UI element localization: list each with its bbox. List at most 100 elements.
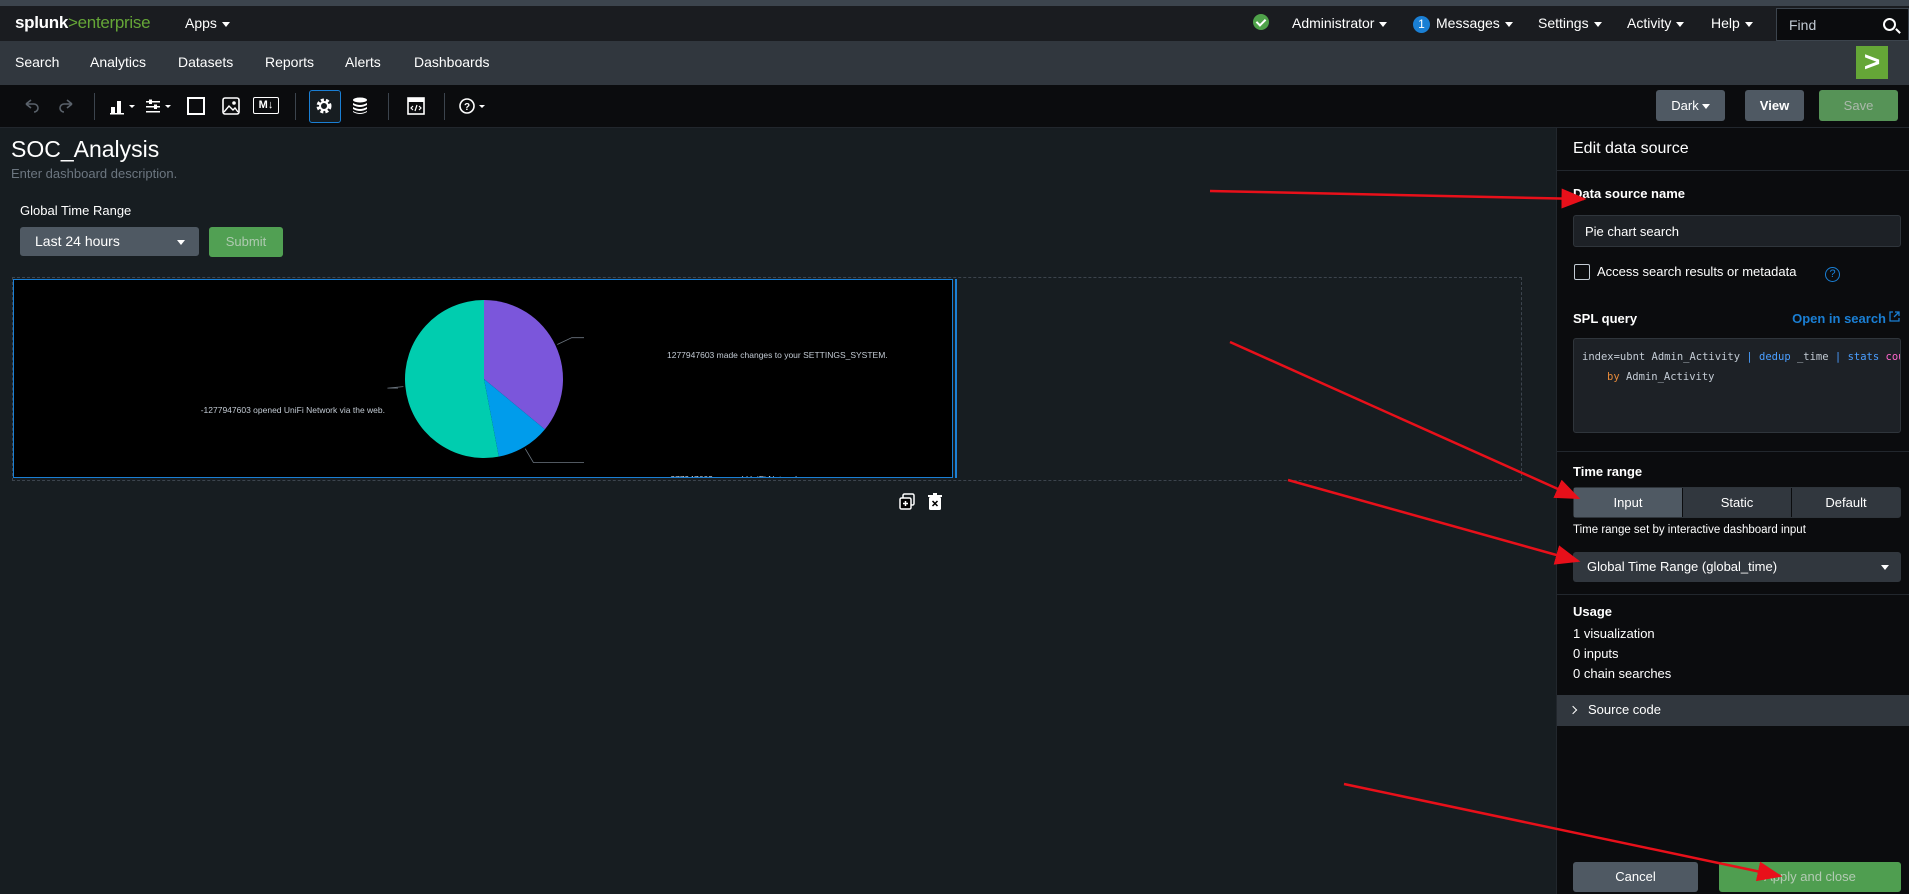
toolbar-divider <box>295 93 296 120</box>
usage-inputs: 0 inputs <box>1573 646 1619 661</box>
messages-label: Messages <box>1436 15 1500 31</box>
caret-down-icon <box>1744 21 1753 27</box>
time-range-select-value: Global Time Range (global_time) <box>1587 559 1778 574</box>
submit-button[interactable]: Submit <box>209 227 283 257</box>
save-button[interactable]: Save <box>1819 90 1898 121</box>
caret-down-icon <box>1379 21 1388 27</box>
help-label: Help <box>1711 15 1740 31</box>
spl-token: index=ubnt Admin_Activity <box>1582 351 1747 363</box>
gear-icon[interactable] <box>313 95 335 117</box>
time-range-picker[interactable]: Last 24 hours <box>20 227 199 256</box>
spl-query-editor[interactable]: index=ubnt Admin_Activity | dedup _time … <box>1573 338 1901 433</box>
search-icon[interactable] <box>1883 18 1896 31</box>
add-rectangle-icon[interactable] <box>185 95 207 117</box>
nav-search[interactable]: Search <box>15 54 59 70</box>
splunk-logo[interactable]: splunk>enterprise <box>15 13 151 33</box>
data-sources-icon[interactable] <box>349 95 371 117</box>
spl-token: _time <box>1790 351 1835 363</box>
messages-count-badge: 1 <box>1413 16 1430 33</box>
usage-chain-searches: 0 chain searches <box>1573 666 1672 681</box>
add-image-icon[interactable] <box>220 95 242 117</box>
activity-menu[interactable]: Activity <box>1627 15 1685 31</box>
duplicate-icon[interactable] <box>899 493 915 511</box>
usage-label: Usage <box>1573 604 1613 619</box>
spl-pipe: | <box>1834 351 1848 363</box>
user-menu[interactable]: Administrator <box>1292 15 1388 31</box>
source-code-accordion[interactable]: Source code <box>1557 695 1909 726</box>
resize-handle[interactable] <box>955 279 957 478</box>
time-range-value: Last 24 hours <box>35 233 120 249</box>
tab-default[interactable]: Default <box>1792 488 1900 517</box>
logo-gt: > <box>68 13 78 32</box>
help-icon[interactable]: ? <box>457 95 489 117</box>
add-chart-icon[interactable] <box>108 95 138 117</box>
spl-command: dedup <box>1759 351 1791 363</box>
slice-label: .277947603 opened UniFi Network <box>668 474 800 477</box>
access-metadata-checkbox[interactable] <box>1574 264 1590 280</box>
messages-menu[interactable]: 1 Messages <box>1413 15 1513 33</box>
spl-token: Admin_Activity <box>1619 371 1715 383</box>
pie-chart-visualization[interactable]: 1277947603 made changes to your SETTINGS… <box>13 279 953 496</box>
find-placeholder: Find <box>1789 17 1817 33</box>
logo-brand: splunk <box>15 13 68 32</box>
open-in-search-link[interactable]: Open in search <box>1792 311 1900 326</box>
panel-title: Edit data source <box>1573 140 1689 157</box>
source-code-label: Source code <box>1588 702 1661 717</box>
time-range-tabs: Input Static Default <box>1573 487 1901 518</box>
caret-down-icon <box>1701 104 1710 110</box>
user-label: Administrator <box>1292 15 1375 31</box>
caret-down-icon <box>1881 565 1889 570</box>
nav-alerts[interactable]: Alerts <box>345 54 381 70</box>
spl-command: stats <box>1847 351 1880 363</box>
divider <box>1557 170 1909 171</box>
source-code-icon[interactable] <box>405 95 427 117</box>
nav-datasets[interactable]: Datasets <box>178 54 233 70</box>
add-markdown-icon[interactable]: M↓ <box>253 97 279 114</box>
health-ok-icon[interactable] <box>1253 14 1269 30</box>
data-source-name-input[interactable]: Pie chart search <box>1573 215 1901 247</box>
edit-data-source-panel: Edit data source Data source name Pie ch… <box>1556 128 1909 894</box>
time-range-input-select[interactable]: Global Time Range (global_time) <box>1573 552 1901 582</box>
global-top-bar: splunk>enterprise Apps Administrator 1 Me… <box>0 0 1909 41</box>
nav-analytics[interactable]: Analytics <box>90 54 146 70</box>
caret-down-icon <box>177 240 185 245</box>
spl-line-2: by Admin_Activity <box>1582 367 1892 387</box>
theme-dropdown[interactable]: Dark <box>1656 90 1725 121</box>
spl-function: count <box>1885 351 1900 363</box>
leader-line <box>524 448 584 463</box>
spl-pipe: | <box>1746 351 1760 363</box>
svg-text:?: ? <box>464 102 470 113</box>
help-circle-icon[interactable]: ? <box>1825 267 1840 282</box>
spl-keyword: by <box>1607 371 1620 383</box>
nav-dashboards[interactable]: Dashboards <box>414 54 490 70</box>
dashboard-description[interactable]: Enter dashboard description. <box>11 166 177 181</box>
trash-icon[interactable] <box>927 493 943 511</box>
access-metadata-label[interactable]: Access search results or metadata <box>1597 264 1796 279</box>
chevron-right-icon <box>1568 705 1578 715</box>
apps-menu[interactable]: Apps <box>185 15 230 31</box>
redo-icon[interactable] <box>56 95 78 117</box>
tab-static[interactable]: Static <box>1683 488 1792 517</box>
find-input[interactable]: Find <box>1776 8 1909 41</box>
activity-label: Activity <box>1627 15 1672 31</box>
usage-visualizations: 1 visualization <box>1573 626 1655 641</box>
view-button[interactable]: View <box>1745 90 1804 121</box>
caret-down-icon <box>1676 21 1685 27</box>
settings-menu[interactable]: Settings <box>1538 15 1602 31</box>
add-input-icon[interactable] <box>144 95 174 117</box>
caret-down-icon <box>221 21 230 27</box>
toolbar-divider <box>388 93 389 120</box>
help-menu[interactable]: Help <box>1711 15 1753 31</box>
apply-and-close-button[interactable]: Apply and close <box>1719 862 1901 892</box>
tab-input[interactable]: Input <box>1574 488 1683 517</box>
time-input-label: Global Time Range <box>20 203 132 218</box>
undo-icon[interactable] <box>20 95 42 117</box>
nav-reports[interactable]: Reports <box>265 54 314 70</box>
spl-line-1: index=ubnt Admin_Activity | dedup _time … <box>1582 347 1900 367</box>
ds-name-label: Data source name <box>1573 186 1685 201</box>
time-range-hint: Time range set by interactive dashboard … <box>1573 524 1806 536</box>
cancel-button[interactable]: Cancel <box>1573 862 1698 892</box>
dashboard-title[interactable]: SOC_Analysis <box>11 136 159 163</box>
divider <box>1557 451 1909 452</box>
app-logo-icon[interactable]: > <box>1856 46 1888 79</box>
